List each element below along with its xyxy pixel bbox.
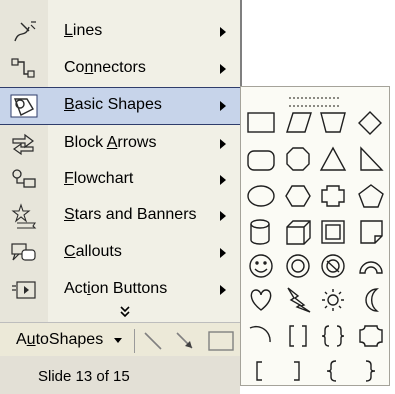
octagon-icon[interactable]: [286, 147, 310, 171]
expand-menu-chevron-icon[interactable]: [118, 305, 132, 319]
drawing-toolbar: AutoShapes: [0, 322, 240, 357]
sun-icon[interactable]: [322, 289, 344, 311]
menu-item-basic-shapes[interactable]: Basic Shapes: [0, 87, 241, 125]
basic-shapes-grid: [247, 111, 384, 382]
chevron-down-icon: [114, 338, 122, 343]
rectangle-icon[interactable]: [247, 112, 275, 133]
connectors-icon: [11, 58, 35, 78]
action-buttons-icon: [12, 281, 36, 299]
submenu-arrow-icon: [220, 248, 226, 258]
block-arc-icon[interactable]: [359, 261, 383, 274]
rectangle-tool-icon[interactable]: [206, 329, 236, 353]
heart-icon[interactable]: [250, 289, 272, 311]
submenu-arrow-icon: [220, 27, 226, 37]
pentagon-icon[interactable]: [358, 184, 384, 208]
right-triangle-icon[interactable]: [360, 146, 384, 171]
bevel-icon[interactable]: [321, 220, 345, 244]
right-brace-icon[interactable]: [365, 360, 376, 382]
can-icon[interactable]: [250, 219, 270, 245]
double-brace-icon[interactable]: [321, 325, 345, 347]
status-bar: Slide 13 of 15: [0, 356, 240, 394]
right-bracket-icon[interactable]: [294, 361, 300, 381]
menu-item-callouts[interactable]: Callouts: [0, 235, 240, 271]
submenu-arrow-icon: [220, 64, 226, 74]
autoshapes-button[interactable]: AutoShapes: [14, 328, 132, 352]
menu-item-stars-and-banners[interactable]: Stars and Banners: [0, 198, 240, 234]
no-symbol-icon[interactable]: [321, 254, 345, 278]
toolbar-separator: [134, 329, 135, 353]
submenu-arrow-icon: [220, 175, 226, 185]
line-tool-icon[interactable]: [140, 328, 166, 354]
rounded-rectangle-icon[interactable]: [247, 150, 275, 171]
block-arrows-icon: [12, 133, 34, 156]
menu-item-flowchart[interactable]: Flowchart: [0, 162, 240, 198]
menu-item-lines[interactable]: Lines: [0, 14, 240, 50]
arrow-tool-icon[interactable]: [172, 328, 198, 354]
flowchart-icon: [12, 169, 36, 188]
callouts-icon: [11, 243, 36, 261]
lightning-bolt-icon[interactable]: [287, 287, 311, 313]
triangle-icon[interactable]: [319, 146, 347, 171]
cube-icon[interactable]: [286, 220, 311, 245]
basic-shapes-icon: [10, 94, 38, 118]
plaque-icon[interactable]: [359, 325, 383, 347]
cross-icon[interactable]: [321, 185, 345, 207]
folded-corner-icon[interactable]: [360, 220, 383, 244]
lines-icon: [14, 21, 36, 42]
autoshapes-menu: Lines Connectors Basic Shapes Block Arro…: [0, 0, 242, 322]
trapezoid-icon[interactable]: [320, 112, 346, 133]
moon-icon[interactable]: [365, 288, 380, 312]
double-bracket-icon[interactable]: [289, 325, 307, 347]
oval-icon[interactable]: [247, 185, 275, 207]
donut-icon[interactable]: [286, 254, 310, 278]
arc-icon[interactable]: [249, 325, 271, 343]
diamond-icon[interactable]: [358, 111, 382, 135]
left-bracket-icon[interactable]: [256, 361, 262, 381]
parallelogram-icon[interactable]: [286, 112, 312, 133]
smiley-face-icon[interactable]: [249, 254, 273, 278]
slide-counter: Slide 13 of 15: [38, 368, 130, 385]
submenu-arrow-icon: [220, 139, 226, 149]
hexagon-icon[interactable]: [285, 185, 311, 207]
submenu-arrow-icon: [220, 285, 226, 295]
menu-item-block-arrows[interactable]: Block Arrows: [0, 126, 240, 162]
stars-banners-icon: [11, 203, 37, 229]
left-brace-icon[interactable]: [326, 360, 337, 382]
submenu-arrow-icon: [220, 211, 226, 221]
menu-item-action-buttons[interactable]: Action Buttons: [0, 272, 240, 308]
submenu-arrow-icon: [220, 101, 226, 111]
menu-item-connectors[interactable]: Connectors: [0, 51, 240, 87]
